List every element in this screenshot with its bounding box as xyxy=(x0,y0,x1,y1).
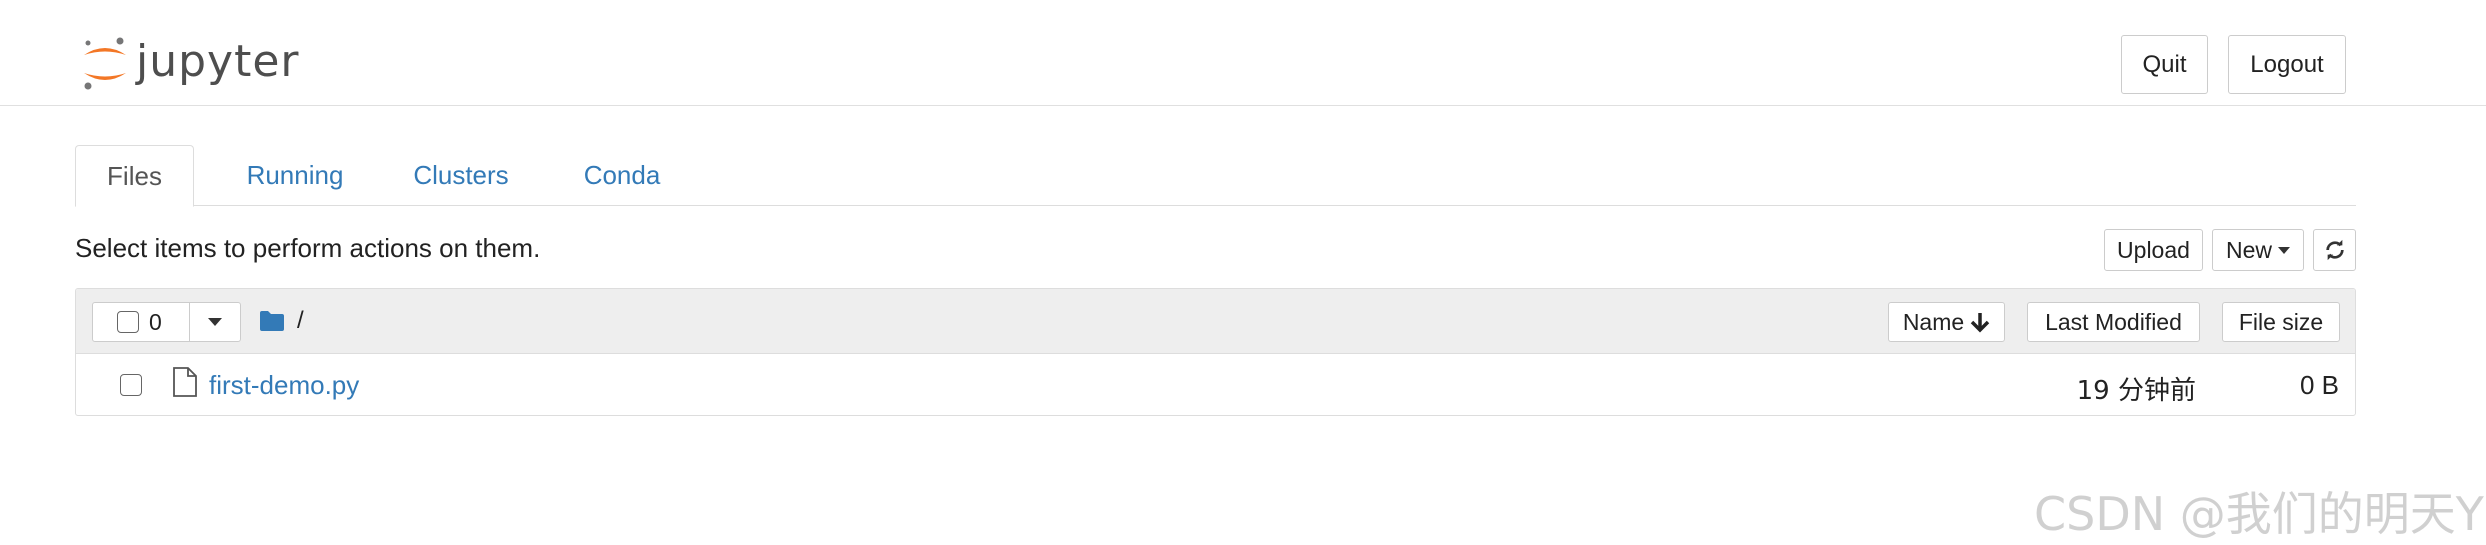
selected-count: 0 xyxy=(149,308,162,335)
select-all-checkbox[interactable] xyxy=(117,311,139,333)
tab-bar: Files Running Clusters Conda xyxy=(75,145,2356,207)
sort-by-size-button[interactable]: File size xyxy=(2222,302,2340,342)
jupyter-logo[interactable]: jupyter xyxy=(82,34,300,94)
item-name-link[interactable]: first-demo.py xyxy=(209,370,359,401)
sort-by-modified-button[interactable]: Last Modified xyxy=(2027,302,2200,342)
tab-conda[interactable]: Conda xyxy=(552,145,692,206)
refresh-button[interactable] xyxy=(2313,229,2356,271)
sort-name-label: Name xyxy=(1902,308,1965,335)
select-all-group: 0 xyxy=(92,302,241,342)
item-modified: 19 分钟前 xyxy=(2076,376,2196,406)
file-icon xyxy=(173,367,197,397)
jupyter-logo-icon xyxy=(82,35,128,93)
watermark: CSDN @我们的明天Y xyxy=(2034,487,2484,541)
new-dropdown-button[interactable]: New xyxy=(2212,229,2304,271)
sort-by-name-button[interactable]: Name xyxy=(1888,302,2005,342)
select-menu-button[interactable] xyxy=(190,303,240,341)
selection-hint: Select items to perform actions on them. xyxy=(75,233,541,263)
caret-down-icon xyxy=(2278,246,2290,254)
tab-clusters[interactable]: Clusters xyxy=(386,145,536,206)
refresh-icon xyxy=(2325,239,2344,261)
logout-button[interactable]: Logout xyxy=(2228,35,2346,94)
file-listing: 0 / Name Last Modified File size first-d… xyxy=(75,288,2356,416)
upload-button[interactable]: Upload xyxy=(2104,229,2203,271)
tab-running[interactable]: Running xyxy=(220,145,370,206)
item-size: 0 B xyxy=(2299,370,2339,400)
quit-button[interactable]: Quit xyxy=(2121,35,2208,94)
folder-icon xyxy=(260,311,284,331)
item-checkbox[interactable] xyxy=(120,374,142,396)
listing-header: 0 / Name Last Modified File size xyxy=(76,289,2355,354)
logo-text: jupyter xyxy=(136,36,300,87)
select-all-checkbox-area[interactable]: 0 xyxy=(93,303,190,341)
tab-files[interactable]: Files xyxy=(75,145,194,207)
header-bar: jupyter Quit Logout xyxy=(0,0,2486,106)
arrow-down-icon xyxy=(1970,313,1990,333)
list-item[interactable]: first-demo.py 19 分钟前 0 B xyxy=(76,354,2355,415)
breadcrumb-path[interactable]: / xyxy=(297,307,304,335)
caret-down-icon xyxy=(208,318,222,326)
new-label: New xyxy=(2225,236,2272,263)
breadcrumb[interactable]: / xyxy=(259,307,304,335)
